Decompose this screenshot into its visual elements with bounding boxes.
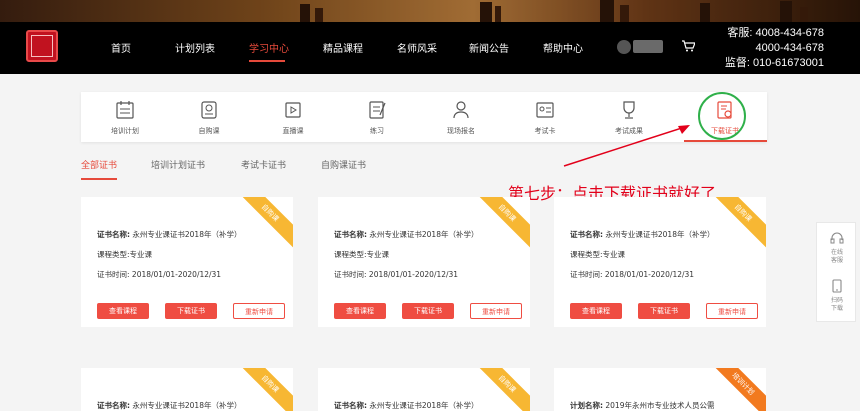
cert-name: 永州专业课证书2018年（补学） [369,401,479,410]
tab-all-certs[interactable]: 全部证书 [81,158,117,171]
download-cert-button[interactable]: 下载证书 [165,303,217,319]
nav-home[interactable]: 首页 [111,40,131,55]
nav-plan-list[interactable]: 计划列表 [175,40,215,55]
phone-icon[interactable] [830,279,844,293]
ribbon: 自购课 [705,197,766,251]
cert-name: 永州专业课证书2018年（补学） [132,401,242,410]
cert-time: 2018/01/01-2020/12/31 [604,270,695,279]
online-service-label[interactable]: 在线 客服 [817,249,857,265]
trophy-icon [623,101,635,119]
contact-info: 客服: 4008-434-678 4000-434-678 监督: 010-61… [725,26,824,71]
course-type: 专业课 [602,250,626,259]
contact-service-2: 4000-434-678 [755,42,824,54]
cert-name-label: 证书名称: [334,230,367,239]
cert-time: 2018/01/01-2020/12/31 [131,270,222,279]
cert-name: 永州专业课证书2018年（补学） [132,230,242,239]
cert-card: 自购课 证书名称: 永州专业课证书2018年（补学） 课程类型:专业课 证书时间… [81,197,293,327]
course-type-label: 课程类型: [334,250,367,259]
reapply-button[interactable]: 重新申请 [706,303,758,319]
cert-name: 永州专业课证书2018年（补学） [369,230,479,239]
menu-label: 自购课 [198,127,220,135]
menu-label: 直播课 [282,127,304,135]
cert-card: 培训计划 计划名称: 2019年永州市专业技术人员公需 [554,368,766,411]
cert-name-label: 证书名称: [570,230,603,239]
menu-item-self-purchase[interactable]: 自购课 [167,92,251,142]
nav-courses[interactable]: 精品课程 [323,40,363,55]
practice-icon [369,101,386,119]
nav-news[interactable]: 新闻公告 [469,40,509,55]
download-cert-button[interactable]: 下载证书 [402,303,454,319]
menu-label: 培训计划 [111,127,139,135]
site-logo[interactable] [26,30,58,62]
tab-self-purchase-certs[interactable]: 自购课证书 [321,158,366,171]
cert-card: 自购课 证书名称: 永州专业课证书2018年（补学） 课程类型:专业课 证书时间… [318,197,530,327]
course-type-label: 课程类型: [97,250,130,259]
ribbon: 自购课 [232,197,293,251]
plan-name-label: 计划名称: [570,401,603,410]
headset-icon[interactable] [830,231,844,245]
cart-icon[interactable] [682,40,696,55]
course-type: 专业课 [366,250,390,259]
ribbon: 自购课 [469,368,530,411]
nav-help[interactable]: 帮助中心 [543,40,583,55]
menu-label: 练习 [370,127,384,135]
signup-user-icon [453,101,469,119]
exam-card-icon [536,102,554,118]
cert-name-label: 证书名称: [97,230,130,239]
cert-card: 自购课 证书名称: 永州专业课证书2018年（补学） [81,368,293,411]
cert-time: 2018/01/01-2020/12/31 [368,270,459,279]
plan-name: 2019年永州市专业技术人员公需 [605,401,715,410]
contact-supervise: 监督: 010-61673001 [724,57,824,69]
course-type-label: 课程类型: [570,250,603,259]
contact-service: 客服: 4008-434-678 [727,27,824,39]
ribbon: 自购课 [232,368,293,411]
live-video-icon [285,102,301,118]
scan-download-label[interactable]: 扫码 下载 [817,297,857,313]
cert-time-label: 证书时间: [570,270,603,279]
ribbon: 自购课 [469,197,530,251]
cert-card: 自购课 证书名称: 永州专业课证书2018年（补学） [318,368,530,411]
tab-exam-card-certs[interactable]: 考试卡证书 [241,158,286,171]
cert-name-label: 证书名称: [97,401,130,410]
skyline-banner [0,0,860,22]
menu-label: 现场报名 [447,127,475,135]
calendar-icon [116,101,134,119]
user-name-blurred[interactable] [633,40,663,53]
menu-item-training-plan[interactable]: 培训计划 [83,92,167,142]
nav-active-underline [249,60,285,62]
download-cert-button[interactable]: 下载证书 [638,303,690,319]
site-header: 首页 计划列表 学习中心 精品课程 名师风采 新闻公告 帮助中心 客服: 400… [0,0,860,74]
nav-teachers[interactable]: 名师风采 [397,40,437,55]
cert-name: 永州专业课证书2018年（补学） [605,230,715,239]
highlight-circle [698,92,746,140]
cert-time-label: 证书时间: [97,270,130,279]
view-course-button[interactable]: 查看课程 [570,303,622,319]
cert-name-label: 证书名称: [334,401,367,410]
cert-card: 自购课 证书名称: 永州专业课证书2018年（补学） 课程类型:专业课 证书时间… [554,197,766,327]
menu-item-practice[interactable]: 练习 [335,92,419,142]
user-avatar-icon[interactable] [617,40,631,54]
view-course-button[interactable]: 查看课程 [334,303,386,319]
nav-learning-center[interactable]: 学习中心 [249,40,289,55]
cert-time-label: 证书时间: [334,270,367,279]
tab-active-underline [81,178,117,180]
tab-plan-certs[interactable]: 培训计划证书 [151,158,205,171]
reapply-button[interactable]: 重新申请 [233,303,285,319]
annotation-arrow [563,125,690,167]
menu-item-live[interactable]: 直播课 [251,92,335,142]
reapply-button[interactable]: 重新申请 [470,303,522,319]
course-type: 专业课 [129,250,153,259]
ribbon: 培训计划 [705,368,766,411]
menu-item-onsite-signup[interactable]: 现场报名 [419,92,503,142]
view-course-button[interactable]: 查看课程 [97,303,149,319]
purchase-icon [201,101,217,119]
floating-sidebar: 在线 客服 扫码 下载 [816,222,856,322]
